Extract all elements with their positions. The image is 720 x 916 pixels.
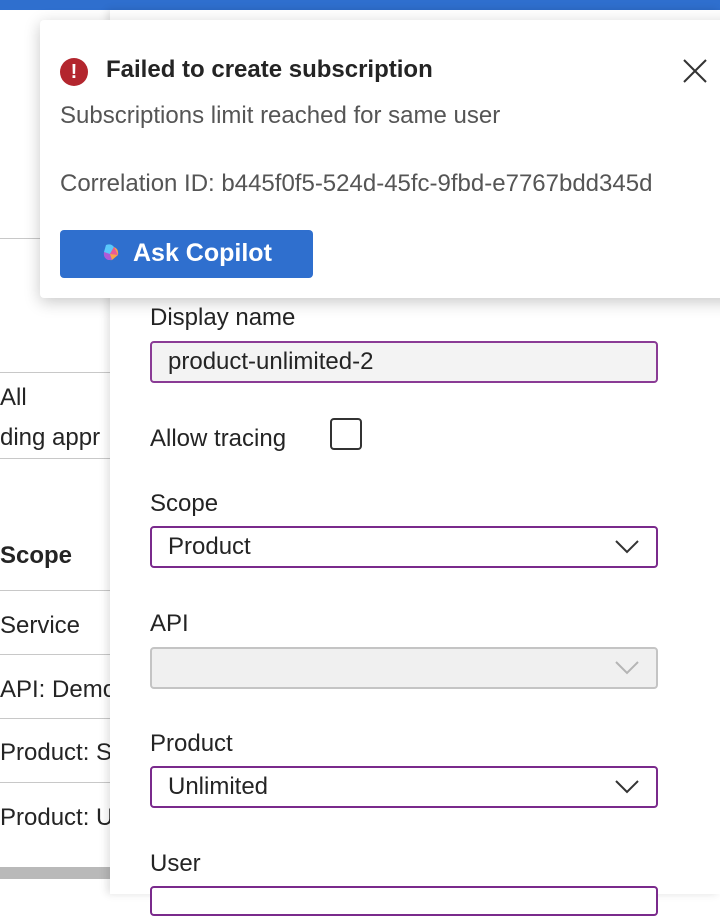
chevron-down-icon	[615, 540, 639, 554]
top-bar	[0, 0, 720, 10]
display-name-label: Display name	[150, 304, 296, 331]
product-label: Product	[150, 730, 233, 757]
display-name-field[interactable]: product-unlimited-2	[150, 341, 658, 383]
api-label: API	[150, 610, 189, 637]
error-icon: !	[60, 58, 88, 86]
table-row[interactable]: Product: St	[0, 739, 110, 767]
correlation-id: Correlation ID: b445f0f5-524d-45fc-9fbd-…	[60, 170, 653, 197]
divider	[0, 782, 110, 783]
ask-copilot-label: Ask Copilot	[133, 239, 272, 267]
divider	[0, 590, 110, 591]
toast-message: Subscriptions limit reached for same use…	[60, 102, 501, 129]
scope-value: Product	[168, 533, 251, 560]
divider	[0, 654, 110, 655]
chevron-down-icon	[615, 780, 639, 794]
divider	[0, 372, 110, 373]
table-row[interactable]: Product: U	[0, 804, 110, 832]
error-toast: ! Failed to create subscription Subscrip…	[40, 20, 720, 298]
scope-label: Scope	[150, 490, 219, 517]
allow-tracing-label: Allow tracing	[150, 425, 287, 452]
filter-value-2[interactable]: ding appr	[0, 424, 110, 452]
filter-value[interactable]: All	[0, 384, 110, 412]
product-value: Unlimited	[168, 773, 269, 800]
allow-tracing-checkbox[interactable]	[330, 418, 362, 450]
user-select[interactable]	[150, 886, 658, 916]
api-select[interactable]	[150, 647, 658, 689]
table-row[interactable]: API: Demo	[0, 676, 110, 704]
ask-copilot-button[interactable]: Ask Copilot	[60, 230, 313, 278]
divider	[0, 458, 110, 459]
user-label: User	[150, 850, 201, 877]
toast-title: Failed to create subscription	[106, 56, 433, 83]
copilot-icon	[103, 244, 119, 261]
horizontal-scrollbar[interactable]	[0, 867, 110, 879]
scope-select[interactable]: Product	[150, 526, 658, 568]
product-select[interactable]: Unlimited	[150, 766, 658, 808]
display-name-value: product-unlimited-2	[168, 348, 374, 375]
column-header-scope[interactable]: Scope	[0, 542, 110, 570]
close-icon[interactable]	[680, 56, 710, 86]
chevron-down-icon	[615, 661, 639, 675]
table-row[interactable]: Service	[0, 612, 110, 640]
divider	[0, 718, 110, 719]
